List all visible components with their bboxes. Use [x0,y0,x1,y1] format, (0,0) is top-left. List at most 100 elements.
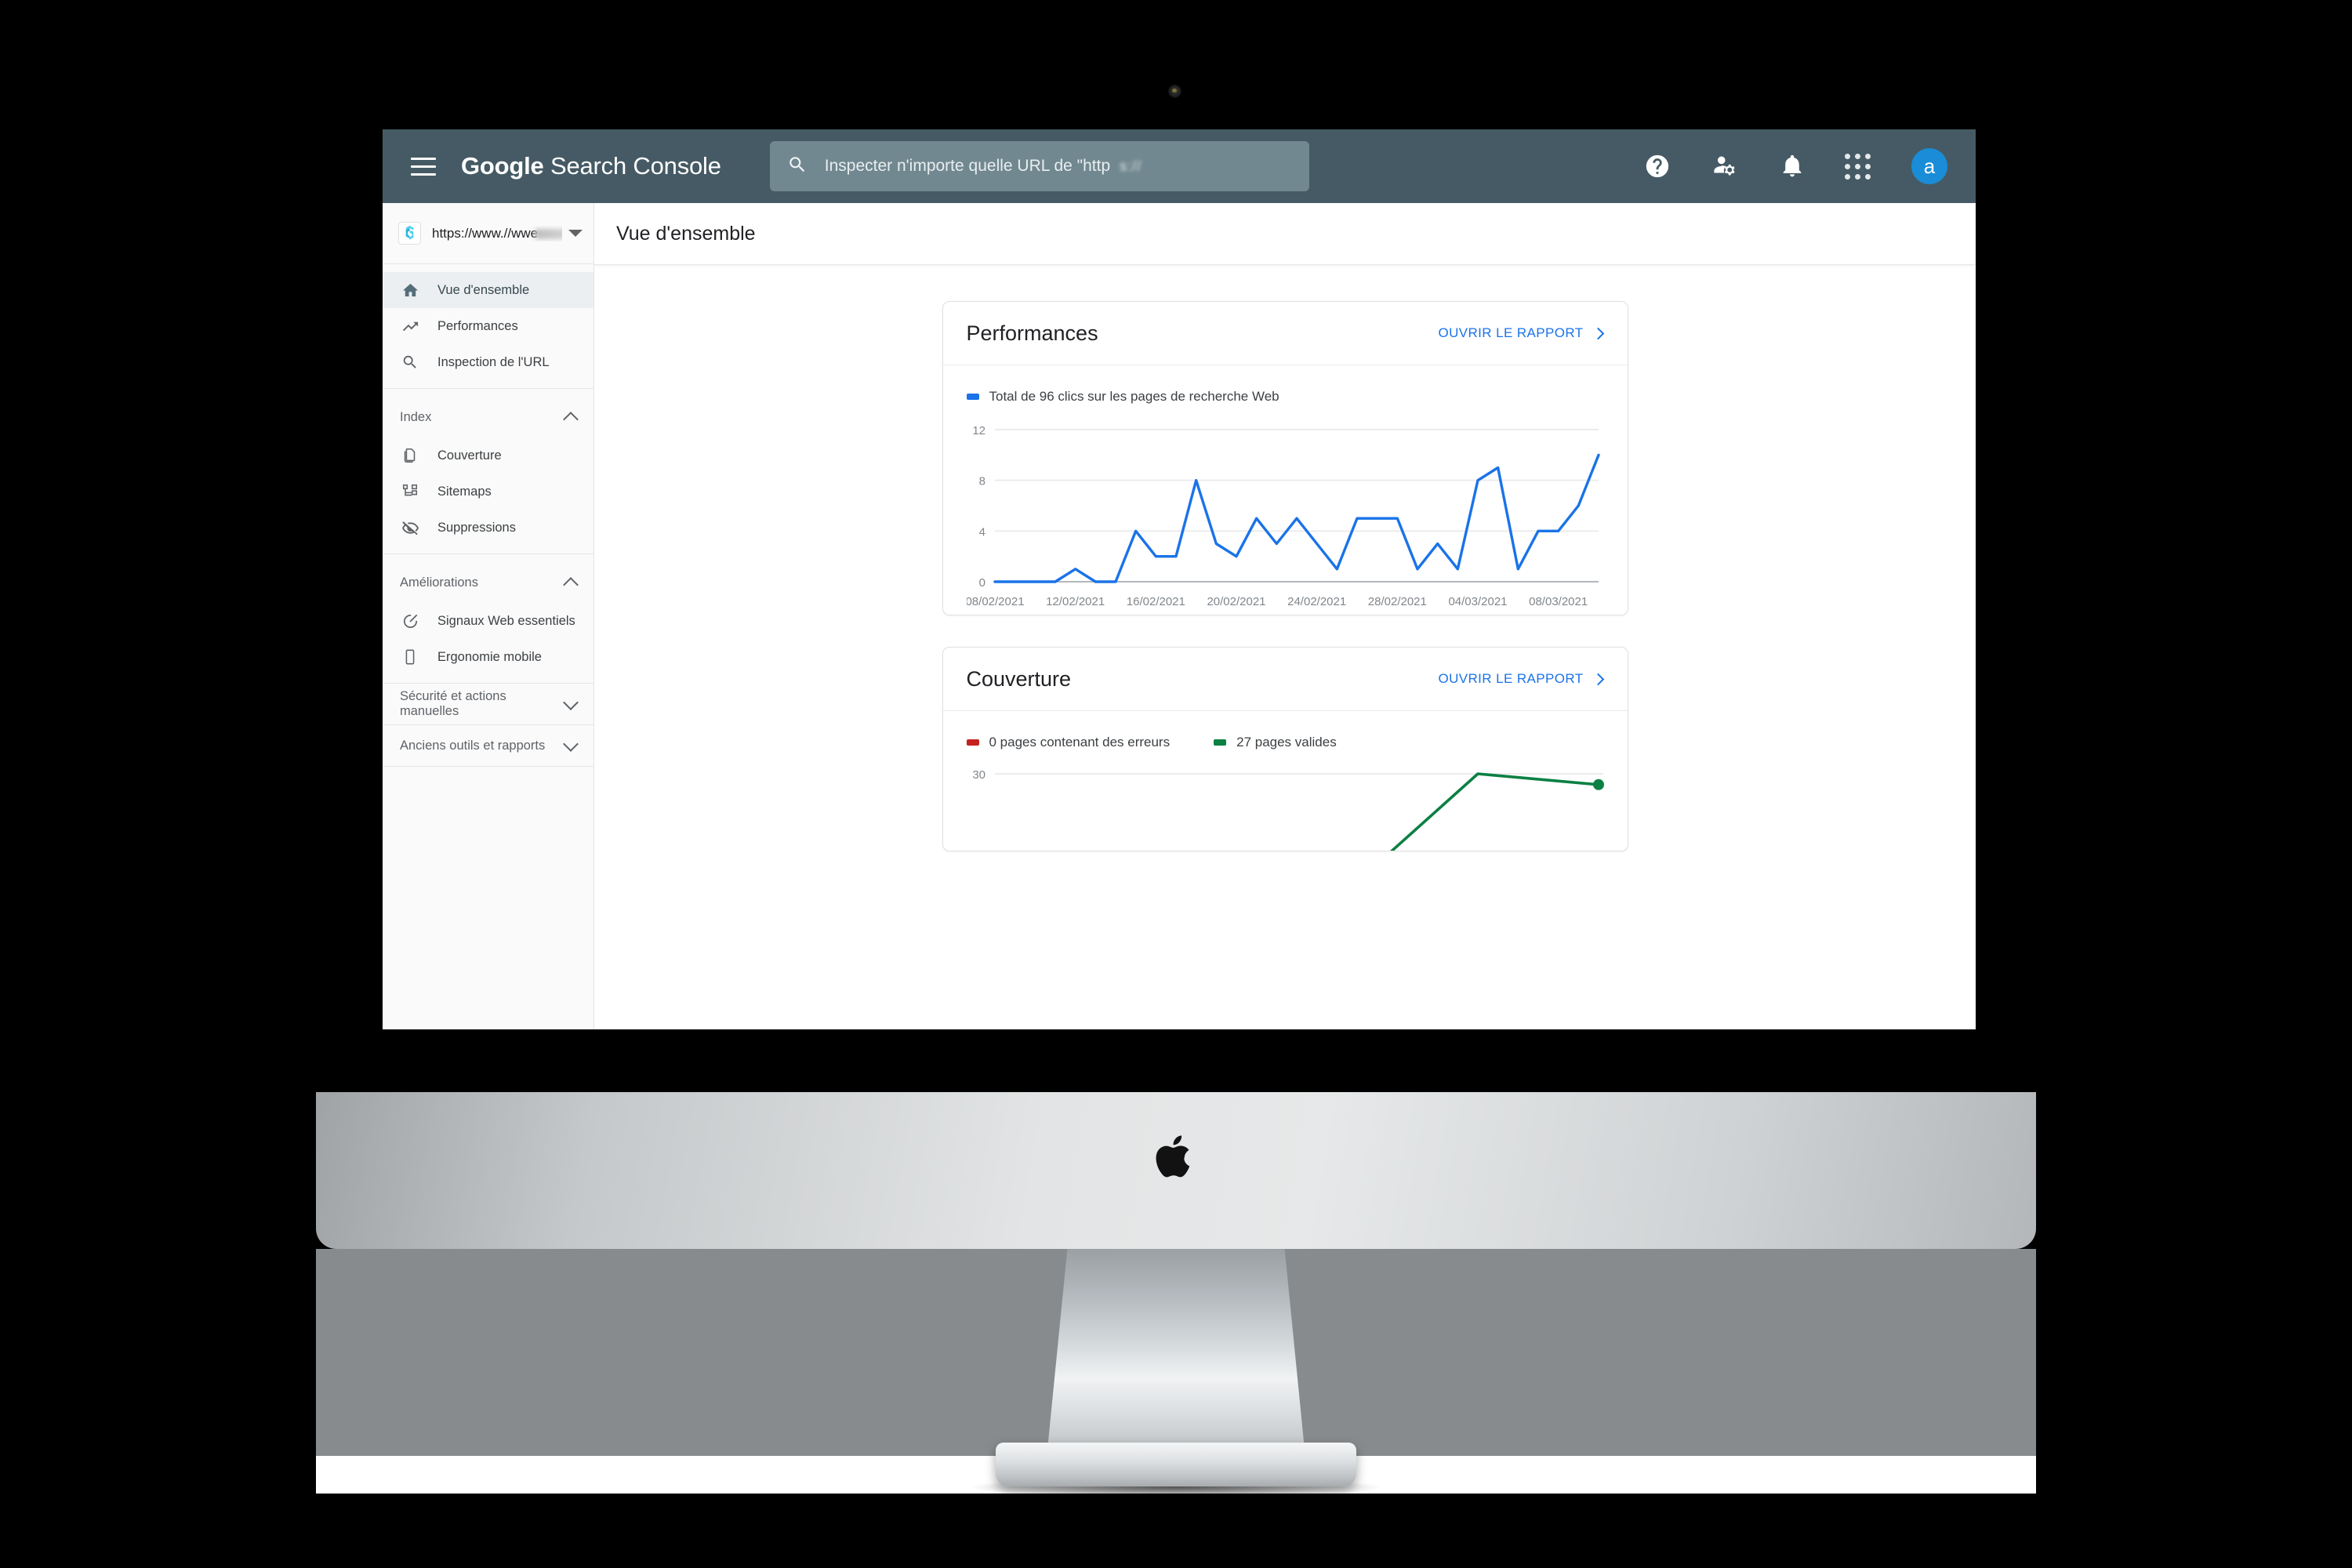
chevron-right-icon [1592,327,1604,339]
chart-y-axis-label: 30 [972,768,985,782]
legend-label: 27 pages valides [1236,735,1337,750]
app-brand[interactable]: Google Search Console [461,152,721,180]
monitor-screen: Google Search Console Inspecter n'import… [383,129,1976,1029]
chart-x-axis-label: 28/02/2021 [1367,595,1426,608]
sidebar-section-header-index[interactable]: Index [383,397,593,437]
sidebar-primary-group: Vue d'ensemble Performances Inspection d… [383,264,593,389]
main-content: Vue d'ensemble Performances OUVRIR LE RA… [594,203,1976,1029]
sidebar-section-header-securite[interactable]: Sécurité et actions manuelles [383,684,593,724]
search-icon [787,154,808,179]
performance-card-header: Performances OUVRIR LE RAPPORT [942,302,1628,365]
chevron-down-icon[interactable] [563,735,579,752]
chevron-right-icon [1592,673,1604,685]
sidebar-item-signaux-web-essentiels[interactable]: Signaux Web essentiels [383,603,593,639]
chart-x-axis-label: 12/02/2021 [1046,595,1105,608]
sidebar-item-label: Signaux Web essentiels [437,613,575,628]
legend-item[interactable]: 27 pages valides [1214,735,1337,750]
sidebar-section-label: Sécurité et actions manuelles [400,689,506,718]
sidebar-section-header-ameliorations[interactable]: Améliorations [383,562,593,603]
sidebar-item-couverture[interactable]: Couverture [383,437,593,474]
sidebar-item-inspection-de-lurl[interactable]: Inspection de l'URL [383,344,593,380]
caret-down-icon[interactable] [568,230,583,237]
property-url: https://www.//wwe [432,226,562,241]
property-selector[interactable]: https://www.//wwe [383,203,593,264]
chart-x-axis-labels: 08/02/2021 12/02/2021 16/02/2021 20/02/2021… [967,595,1588,608]
sidebar-item-label: Sitemaps [437,484,492,499]
performance-open-report-link[interactable]: OUVRIR LE RAPPORT [1438,325,1604,341]
chart-y-axis-label: 12 [972,424,985,437]
legend-swatch-errors [966,739,979,746]
chart-x-axis-label: 16/02/2021 [1126,595,1185,608]
legend-item[interactable]: 0 pages contenant des erreurs [966,735,1170,750]
imac-stand-foot [996,1443,1356,1486]
performance-card-title: Performances [966,321,1098,345]
coverage-card: Couverture OUVRIR LE RAPPORT 0 pages con… [942,647,1628,851]
avatar[interactable]: a [1911,148,1947,184]
sidebar-item-sitemaps[interactable]: Sitemaps [383,474,593,510]
sidebar-item-performances[interactable]: Performances [383,308,593,344]
topbar-actions: a [1642,148,1947,184]
chart-y-axis-label: 4 [978,525,985,539]
legend-label: Total de 96 clics sur les pages de reche… [989,389,1279,404]
performance-card: Performances OUVRIR LE RAPPORT Total de … [942,301,1628,615]
sidebar-item-vue-densemble[interactable]: Vue d'ensemble [383,272,593,308]
sidebar-section-ameliorations: Améliorations Signaux Web essentiels Erg… [383,554,593,684]
chart-y-axis-labels: 0 4 8 12 [972,424,985,590]
chart-y-axis-label: 8 [978,475,985,488]
sidebar-item-label: Couverture [437,448,502,463]
brand-search-console: Search Console [543,152,721,180]
performance-chart-svg: 0 4 8 12 08/02/2021 12/02/2021 16/02/2021 20/0… [967,424,1600,608]
property-url-blurred-tail [535,228,562,239]
sidebar-item-label: Ergonomie mobile [437,649,542,664]
app-body: https://www.//wwe Vue d'ensemble Perform… [383,203,1976,1029]
account-settings-icon[interactable] [1710,151,1740,181]
imac-stand-neck [1047,1249,1305,1457]
app-topbar: Google Search Console Inspecter n'import… [383,129,1976,203]
sidebar-item-label: Performances [437,318,518,333]
sidebar-item-suppressions[interactable]: Suppressions [383,510,593,546]
sidebar-section-anciens-outils: Anciens outils et rapports [383,725,593,767]
apps-grid-icon[interactable] [1845,153,1871,180]
legend-item[interactable]: Total de 96 clics sur les pages de reche… [966,389,1279,405]
notifications-bell-icon[interactable] [1777,151,1807,181]
hamburger-menu-icon[interactable] [406,149,441,183]
chevron-down-icon[interactable] [563,694,579,710]
chart-x-axis-label: 04/03/2021 [1448,595,1507,608]
open-report-label: OUVRIR LE RAPPORT [1438,325,1584,340]
brand-google: Google [461,152,544,180]
sidebar-item-label: Inspection de l'URL [437,354,550,369]
chart-gridlines [994,429,1599,583]
performance-chart-legend: Total de 96 clics sur les pages de reche… [943,365,1628,405]
coverage-open-report-link[interactable]: OUVRIR LE RAPPORT [1438,671,1604,687]
webcam-dot-icon [1168,85,1181,98]
sidebar-section-index: Index Couverture Sitemaps Suppressions [383,389,593,554]
search-placeholder-blurred-suffix: s:// [1120,158,1142,174]
sidebar-section-securite: Sécurité et actions manuelles [383,684,593,725]
chevron-up-icon[interactable] [563,411,579,427]
page-header: Vue d'ensemble [594,203,1976,265]
eye-off-icon [400,519,420,537]
sidebar-item-label: Vue d'ensemble [437,282,530,297]
coverage-chart-legend: 0 pages contenant des erreurs 27 pages v… [943,711,1628,750]
chart-x-axis-label: 24/02/2021 [1287,595,1346,608]
help-icon[interactable] [1642,151,1672,181]
search-icon [400,354,420,371]
coverage-card-header: Couverture OUVRIR LE RAPPORT [942,648,1628,711]
chevron-up-icon[interactable] [563,576,579,593]
open-report-label: OUVRIR LE RAPPORT [1438,671,1584,686]
sidebar: https://www.//wwe Vue d'ensemble Perform… [383,203,594,1029]
speedometer-icon [400,612,420,630]
sidebar-item-ergonomie-mobile[interactable]: Ergonomie mobile [383,639,593,675]
chart-x-axis-label: 20/02/2021 [1207,595,1265,608]
legend-swatch-valid [1214,739,1227,746]
apple-logo-icon [1156,1135,1190,1178]
pages-copy-icon [400,447,420,464]
sidebar-section-header-anciens-outils[interactable]: Anciens outils et rapports [383,725,593,766]
sidebar-item-label: Suppressions [437,520,516,535]
chart-series-line [993,453,1600,583]
url-inspection-search-input[interactable]: Inspecter n'importe quelle URL de "http … [769,141,1309,191]
chart-series-valid [1389,772,1599,851]
mobile-phone-icon [400,648,420,666]
page-title: Vue d'ensemble [616,222,756,245]
chart-x-axis-label: 08/03/2021 [1529,595,1588,608]
